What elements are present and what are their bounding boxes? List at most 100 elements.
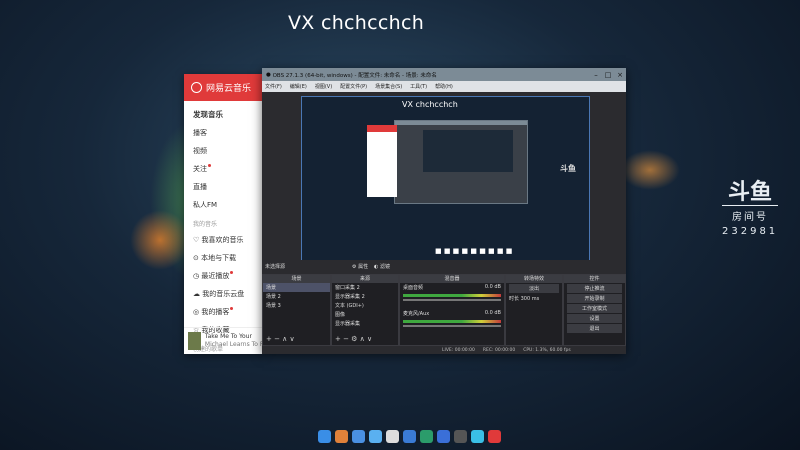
nested-music-window [367, 125, 397, 197]
settings-button[interactable]: 设置 [567, 314, 622, 323]
app-icon[interactable] [420, 430, 433, 443]
netease-taskbar-icon[interactable] [488, 430, 501, 443]
start-recording-button[interactable]: 开始录制 [567, 294, 622, 303]
mixer-track: 桌面音频 0.0 dB [400, 283, 504, 292]
app-icon[interactable] [369, 430, 382, 443]
filters-button[interactable]: ◐ 滤镜 [374, 263, 390, 270]
properties-button[interactable]: ⚙ 属性 [352, 263, 368, 270]
album-thumbnail [188, 332, 201, 350]
now-playing-bar[interactable]: Take Me To Your Michael Learns To R [184, 327, 264, 354]
sidebar-item-live[interactable]: 直播 [184, 178, 264, 196]
background-glow [130, 210, 190, 270]
menu-item-edit[interactable]: 编辑(E) [290, 83, 307, 90]
start-icon[interactable] [318, 430, 331, 443]
cpu-status: CPU: 1.3%, 60.00 fps [523, 347, 571, 353]
nested-preview [367, 120, 528, 204]
track-db: 0.0 dB [484, 310, 501, 316]
music-header: 网易云音乐 [184, 74, 264, 101]
sidebar-item-my-podcast[interactable]: ◎ 我的播客 [184, 303, 264, 321]
app-icon[interactable] [352, 430, 365, 443]
badge-dot [230, 271, 234, 274]
obs-taskbar-icon[interactable] [454, 430, 467, 443]
sidebar-item-label: 我的播客 [201, 308, 230, 316]
live-status: LIVE: 00:00:00 [442, 347, 475, 353]
sidebar-item-label: 关注 [193, 165, 207, 173]
sidebar-item-follow[interactable]: 关注 [184, 160, 264, 178]
douyu-logo: 斗鱼 房间号 232981 [722, 181, 778, 237]
filters-label: 滤镜 [379, 264, 390, 270]
sidebar-item-cloud[interactable]: ☁ 我的音乐云盘 [184, 285, 264, 303]
stop-streaming-button[interactable]: 停止推流 [567, 284, 622, 293]
logo-big: 斗鱼 [722, 181, 778, 206]
app-icon[interactable] [335, 430, 348, 443]
menu-item-tools[interactable]: 工具(T) [410, 83, 427, 90]
menu-item-file[interactable]: 文件(F) [265, 83, 282, 90]
menu-item-profile[interactable]: 配置文件(P) [340, 83, 367, 90]
badge-dot [230, 307, 234, 310]
duration-row: 时长 300 ms [506, 294, 562, 303]
sidebar-item-discover[interactable]: 发现音乐 [184, 105, 264, 124]
sidebar-item-fm[interactable]: 私人FM [184, 196, 264, 214]
preview-title: VX chchcchch [402, 100, 458, 109]
nested-titlebar [395, 121, 527, 125]
app-icon[interactable] [403, 430, 416, 443]
mixer-header: 混音器 [400, 275, 504, 283]
obs-title: OBS 27.1.3 (64-bit, windows) - 配置文件: 未命名… [272, 72, 437, 79]
sidebar-item-local[interactable]: ⊙ 本地与下载 [184, 249, 264, 267]
volume-meter [403, 294, 501, 297]
mixer-panel: 混音器 桌面音频 0.0 dB 麦克风/Aux 0.0 dB [399, 274, 505, 346]
scene-item[interactable]: 场景 [263, 283, 330, 292]
track-name: 桌面音频 [403, 285, 424, 291]
maximize-button[interactable]: □ [602, 71, 614, 79]
logo-sub: 房间号 [732, 212, 768, 223]
sidebar-item-video[interactable]: 视频 [184, 142, 264, 160]
studio-mode-button[interactable]: 工作室模式 [567, 304, 622, 313]
dock-panels: 场景 场景 场景 2 场景 3 + − ∧ ∨ 来源 窗口采集 2 显示器采集 … [262, 274, 626, 346]
duration-input[interactable]: 300 ms [521, 296, 540, 302]
obs-preview[interactable]: VX chchcchch 斗鱼 ■ ■ ■ ■ ■ ■ ■ ■ ■ [301, 96, 590, 262]
taskbar [318, 430, 501, 443]
song-title: Take Me To Your [204, 333, 252, 340]
netease-logo-icon [191, 82, 202, 93]
menu-item-scene-collection[interactable]: 场景集合(S) [375, 83, 402, 90]
sidebar-item-liked[interactable]: ♡ 我喜欢的音乐 [184, 231, 264, 249]
menu-item-view[interactable]: 视图(V) [315, 83, 332, 90]
volume-slider[interactable] [403, 299, 501, 301]
sidebar-item-recent[interactable]: ◷ 最近播放 [184, 267, 264, 285]
source-item[interactable]: 窗口采集 2 [332, 283, 398, 292]
source-item[interactable]: 图像 [332, 310, 398, 319]
minimize-button[interactable]: – [590, 71, 602, 79]
song-artist: Michael Learns To R [204, 341, 264, 348]
sources-header: 来源 [332, 275, 398, 283]
app-icon[interactable] [437, 430, 450, 443]
controls-panel: 控件 停止推流 开始录制 工作室模式 设置 退出 [563, 274, 626, 346]
obs-window[interactable]: ● OBS 27.1.3 (64-bit, windows) - 配置文件: 未… [262, 68, 626, 354]
rec-status: REC: 00:00:00 [482, 347, 516, 353]
transition-select[interactable]: 淡出 [509, 284, 559, 293]
section-my-music: 我的音乐 [193, 221, 218, 228]
sidebar-item-podcast[interactable]: 播客 [184, 124, 264, 142]
scenes-footer-buttons[interactable]: + − ∧ ∨ [266, 335, 295, 343]
overlay-title: VX chchcchch [288, 12, 425, 34]
room-number: 232981 [722, 226, 779, 237]
duration-label: 时长 [509, 296, 520, 302]
app-icon[interactable] [471, 430, 484, 443]
scene-item[interactable]: 场景 2 [263, 292, 330, 301]
app-icon[interactable] [386, 430, 399, 443]
background-glow [620, 150, 680, 190]
close-button[interactable]: × [614, 71, 626, 79]
track-name: 麦克风/Aux [403, 311, 430, 317]
volume-meter [403, 320, 501, 323]
scene-item[interactable]: 场景 3 [263, 301, 330, 310]
preview-dock-icons: ■ ■ ■ ■ ■ ■ ■ ■ ■ [435, 247, 513, 255]
source-item[interactable]: 文本 (GDI+) [332, 301, 398, 310]
source-item[interactable]: 显示器采集 2 [332, 292, 398, 301]
sources-footer-buttons[interactable]: + − ⚙ ∧ ∨ [335, 335, 372, 343]
exit-button[interactable]: 退出 [567, 324, 622, 333]
menu-item-help[interactable]: 帮助(H) [435, 83, 453, 90]
volume-slider[interactable] [403, 325, 501, 327]
no-source-label: 未选择源 [265, 264, 286, 270]
source-item[interactable]: 显示器采集 [332, 319, 398, 328]
track-db: 0.0 dB [484, 284, 501, 290]
music-window[interactable]: 网易云音乐 发现音乐 播客 视频 关注 直播 私人FM 我的音乐 ♡ 我喜欢的音… [184, 74, 264, 354]
